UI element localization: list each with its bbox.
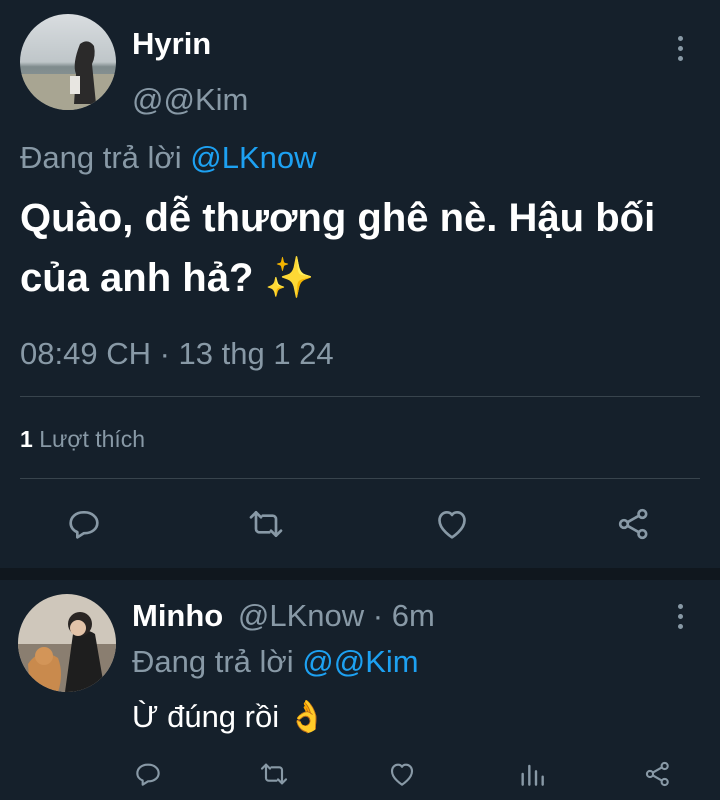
more-vertical-icon[interactable] [674, 604, 686, 629]
heart-icon[interactable] [432, 504, 472, 544]
share-icon[interactable] [614, 504, 654, 544]
replying-prefix: Đang trả lời [132, 644, 294, 679]
reply-replying-to-line: Đang trả lời @@Kim [132, 644, 419, 680]
divider [20, 478, 700, 479]
tweet-timestamp: 08:49 CH · 13 thg 1 24 [20, 336, 334, 371]
reply-icon[interactable] [132, 758, 164, 790]
reply-text-line: Ừ đúng rồi 👌 [132, 698, 326, 735]
likes-count: 1 [20, 426, 33, 452]
more-vertical-icon[interactable] [674, 36, 686, 61]
sparkles-emoji: ✨ [264, 256, 315, 300]
reply-text: Ừ đúng rồi [132, 699, 280, 734]
replying-to-link[interactable]: @@Kim [302, 644, 418, 679]
reply-author-name[interactable]: Minho [132, 598, 223, 633]
reply-icon[interactable] [64, 504, 104, 544]
likes-stat[interactable]: 1 Lượt thích [20, 426, 145, 453]
analytics-icon[interactable] [516, 758, 548, 790]
ok-hand-emoji: 👌 [287, 699, 327, 734]
author-handle[interactable]: @@Kim [132, 82, 248, 118]
reply-time-ago: · 6m [372, 598, 435, 633]
heart-icon[interactable] [386, 758, 418, 790]
replying-to-link[interactable]: @LKnow [190, 140, 316, 175]
author-name[interactable]: Hyrin [132, 26, 211, 62]
share-icon[interactable] [642, 758, 674, 790]
section-separator [0, 568, 720, 580]
tweet-text-line-1: Quào, dễ thương ghê nè. Hậu bối [20, 196, 656, 240]
likes-label: Lượt thích [39, 426, 146, 452]
replying-prefix: Đang trả lời [20, 140, 182, 175]
replying-to-line: Đang trả lời @LKnow [20, 140, 317, 176]
reply-author-handle[interactable]: @LKnow [238, 598, 364, 633]
author-avatar[interactable] [20, 14, 116, 110]
retweet-icon[interactable] [258, 758, 290, 790]
retweet-icon[interactable] [246, 504, 286, 544]
reply-author-avatar[interactable] [18, 594, 116, 692]
reply-header: Minho @LKnow · 6m [132, 598, 435, 634]
tweet-text: của anh hả? [20, 256, 254, 300]
divider [20, 396, 700, 397]
tweet-text-line-2: của anh hả? ✨ [20, 254, 314, 301]
